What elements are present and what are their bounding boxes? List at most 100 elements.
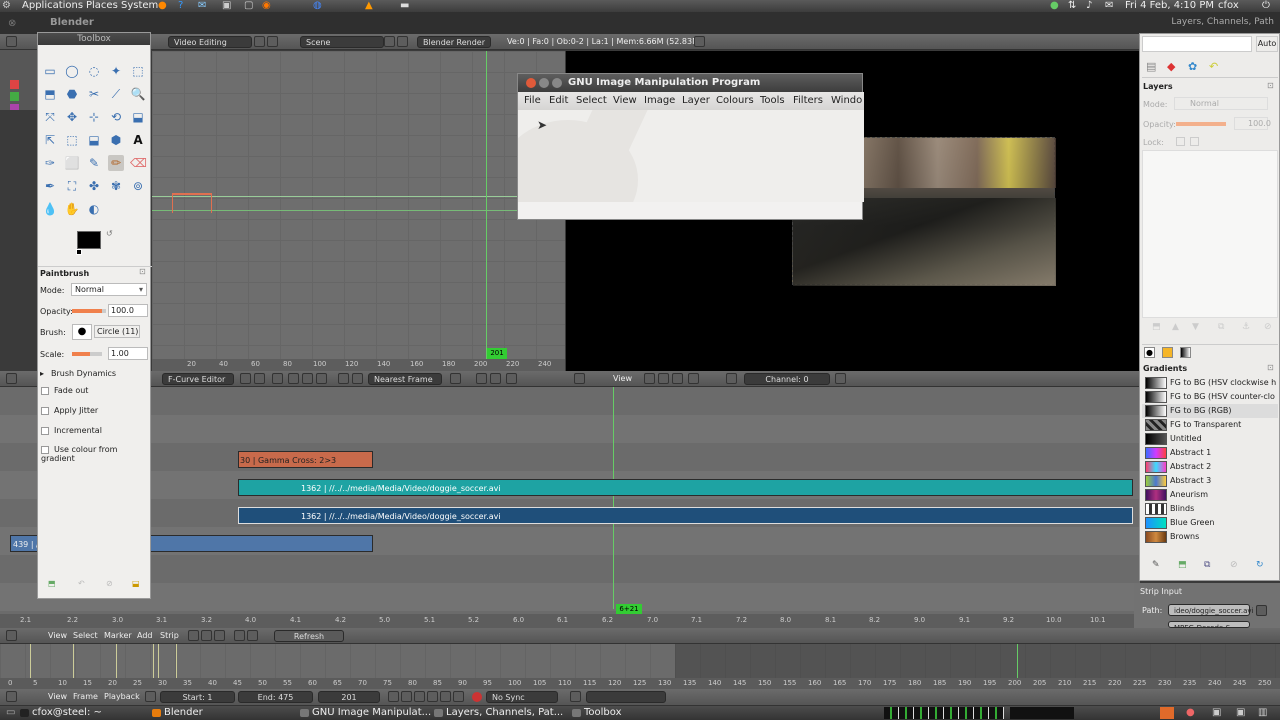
save-options-icon[interactable]: ⬒ [48,579,56,588]
channel-icon[interactable] [214,630,225,641]
file-browse-icon[interactable] [1256,605,1267,616]
gradients-menu-icon[interactable]: ⊡ [1267,363,1274,372]
paste-strip-icon[interactable] [247,630,258,641]
close-window-icon[interactable] [526,78,536,88]
overlay-icon[interactable] [658,373,669,384]
gradient-item[interactable]: FG to Transparent [1142,418,1278,432]
patterns-tab-icon[interactable] [1162,347,1173,358]
close-icon[interactable]: ⊗ [8,18,16,29]
menu-view[interactable]: View [613,92,637,110]
taskbar-button[interactable]: Toolbox [570,706,622,720]
scissors-tool-icon[interactable]: ⬒ [42,86,58,102]
tl-playback-menu[interactable]: Playback [104,691,140,703]
clock[interactable]: Fri 4 Feb, 4:10 PM [1125,0,1214,12]
checker-display-icon[interactable] [688,373,699,384]
rotate-tool-icon[interactable]: ⬓ [130,109,146,125]
checker-icon[interactable] [338,373,349,384]
gradient-item[interactable]: FG to BG (RGB) [1142,404,1278,418]
fuzzy-select-tool-icon[interactable]: ✦ [108,63,124,79]
gradient-item[interactable]: Abstract 2 [1142,460,1278,474]
airbrush-tool-icon[interactable]: ✒ [42,178,58,194]
seq-marker-menu[interactable]: Marker [104,630,132,642]
paintbrush-tool-icon[interactable]: ✏ [108,155,124,171]
menu-tools[interactable]: Tools [760,92,785,110]
power-icon[interactable]: ⏻ [1262,0,1270,12]
paths-tab-icon[interactable]: ✿ [1188,60,1197,73]
taskbar-button[interactable]: GNU Image Manipulat... [298,706,431,720]
record-icon[interactable] [472,692,482,702]
apply-jitter-checkbox[interactable] [41,406,49,415]
codec-field[interactable]: MPEG-Decode-S [1168,621,1250,628]
ubuntu-logo-icon[interactable]: ⚙ [2,0,11,12]
restore-options-icon[interactable]: ↶ [78,579,85,588]
proxy-icon[interactable] [726,373,737,384]
ghost-icon[interactable] [316,373,327,384]
refresh-sequencer-button[interactable]: Refresh Sequencer [274,630,344,653]
free-select-tool-icon[interactable]: ◌ [86,63,102,79]
firefox-launcher-icon[interactable]: ● [158,0,167,12]
default-colors-icon[interactable] [76,249,82,255]
movie-strip-2[interactable]: 1362 | //../../media/Media/Video/doggie_… [238,507,1133,524]
dodge-tool-icon[interactable]: ◐ [86,201,102,217]
workspace-switcher[interactable] [1010,707,1074,719]
swap-colors-icon[interactable]: ↺ [106,229,113,238]
rect-select-tool-icon[interactable]: ▭ [42,63,58,79]
copy-icon[interactable] [476,373,487,384]
end-frame-field[interactable]: End: 475 [238,691,313,703]
sync-selector[interactable]: No Sync [486,691,558,703]
menu-file[interactable]: File [524,92,541,110]
menu-edit[interactable]: Edit [549,92,568,110]
tray-icon[interactable]: ● [1050,0,1059,12]
gradient-item[interactable]: Browns [1142,530,1278,544]
view-type-icon[interactable] [188,630,199,641]
bucket-fill-tool-icon[interactable]: ✑ [42,155,58,171]
display-mode-icon[interactable] [644,373,655,384]
fade-out-option[interactable]: Fade out [41,386,88,395]
edit-gradient-icon[interactable]: ✎ [1152,560,1160,570]
preview-range-icon[interactable] [145,691,156,702]
screenshot-launcher-icon[interactable]: ▢ [244,0,253,12]
keyframe-icon[interactable] [288,373,299,384]
display-icon[interactable] [201,630,212,641]
blur-tool-icon[interactable]: 💧 [42,201,58,217]
paths-tool-icon[interactable]: ✂ [86,86,102,102]
tray-window-icon-2[interactable]: ▣ [1236,706,1245,720]
play-reverse-icon[interactable] [414,691,425,702]
gradient-item[interactable]: Aneurism [1142,488,1278,502]
editor-type-icon[interactable] [6,691,17,702]
handle-icon[interactable] [302,373,313,384]
layer-opacity-slider[interactable] [1176,122,1226,126]
layers-tab-icon[interactable]: ▤ [1146,60,1156,73]
fcurve-playhead[interactable] [486,51,487,371]
tool-options-menu-icon[interactable]: ⊡ [139,267,146,276]
lock-alpha-checkbox[interactable] [1190,137,1199,146]
undo-tab-icon[interactable]: ↶ [1209,60,1218,73]
gradient-item[interactable]: Blinds [1142,502,1278,516]
fcurve-editor[interactable]: 201 20 40 60 80 100 120 140 160 180 200 … [152,51,565,371]
network-icon[interactable]: ⇅ [1068,0,1076,12]
editor-type-icon[interactable] [6,373,17,384]
volume-icon[interactable]: ♪ [1086,0,1092,12]
color-picker-tool-icon[interactable]: ⟋ [108,86,124,102]
editor-type-icon[interactable] [6,630,17,641]
gradient-colour-checkbox[interactable] [41,445,49,454]
auto-snap-icon[interactable] [506,373,517,384]
fade-out-checkbox[interactable] [41,386,49,395]
snap-selector[interactable]: Nearest Frame [368,373,442,385]
add-screen-icon[interactable] [254,36,265,47]
normalize-icon[interactable] [352,373,363,384]
duplicate-gradient-icon[interactable]: ⧉ [1204,560,1210,570]
smudge-tool-icon[interactable]: ✋ [64,201,80,217]
jump-end-icon[interactable] [453,691,464,702]
gradients-tab-icon[interactable] [1180,347,1191,358]
screen-selector[interactable]: Video Editing [168,36,252,48]
movie-strip-1[interactable]: 1362 | //../../media/Media/Video/doggie_… [238,479,1133,496]
paste-icon[interactable] [490,373,501,384]
delete-layer-icon[interactable]: ⊘ [1264,322,1272,332]
shear-tool-icon[interactable]: ⬚ [64,132,80,148]
update-notifier-icon[interactable]: ▬ [400,0,409,12]
help-icon[interactable]: ? [178,0,183,12]
gradient-item[interactable]: Untitled [1142,432,1278,446]
gamma-cross-strip[interactable]: 30 | Gamma Cross: 2>3 [238,451,373,468]
channels-tab-icon[interactable]: ◆ [1167,60,1175,73]
